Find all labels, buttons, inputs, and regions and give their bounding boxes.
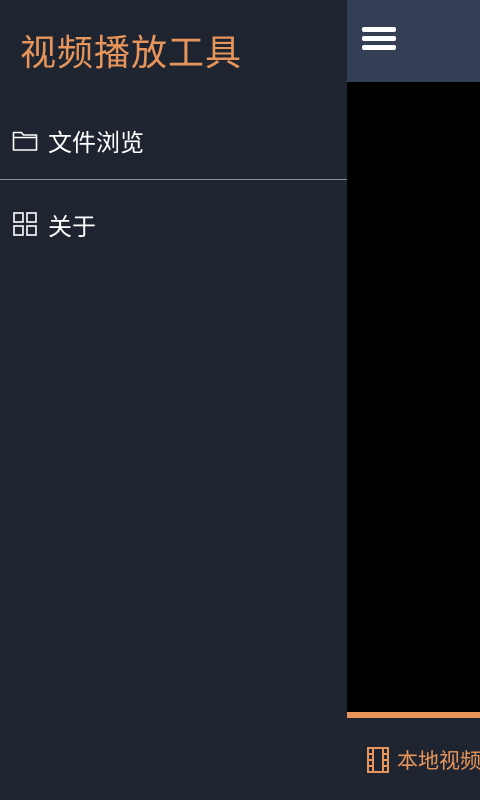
- folder-icon: [12, 131, 38, 151]
- menu-line: [362, 45, 396, 50]
- navigation-drawer: 视频播放工具 文件浏览 关于: [0, 0, 347, 800]
- drawer-divider: [0, 179, 347, 180]
- drawer-item-about[interactable]: 关于: [0, 202, 347, 246]
- menu-line: [362, 36, 396, 41]
- active-tab-indicator: [347, 712, 480, 718]
- tab-local-video[interactable]: 本地视频: [367, 746, 480, 774]
- bottom-bar: 本地视频: [347, 712, 480, 800]
- drawer-item-label: 关于: [48, 212, 96, 241]
- grid-icon: [13, 212, 37, 236]
- video-area[interactable]: [347, 82, 480, 712]
- film-icon: [367, 747, 389, 773]
- drawer-item-file-browse[interactable]: 文件浏览: [0, 118, 347, 162]
- drawer-title: 视频播放工具: [20, 33, 243, 74]
- drawer-item-label: 文件浏览: [48, 128, 144, 157]
- top-bar: [347, 0, 480, 82]
- main-screen: 本地视频: [347, 0, 480, 800]
- app-root: 本地视频 视频播放工具 文件浏览 关于: [0, 0, 480, 800]
- menu-line: [362, 27, 396, 32]
- tab-local-video-label: 本地视频: [397, 749, 480, 773]
- hamburger-menu-icon[interactable]: [362, 27, 398, 53]
